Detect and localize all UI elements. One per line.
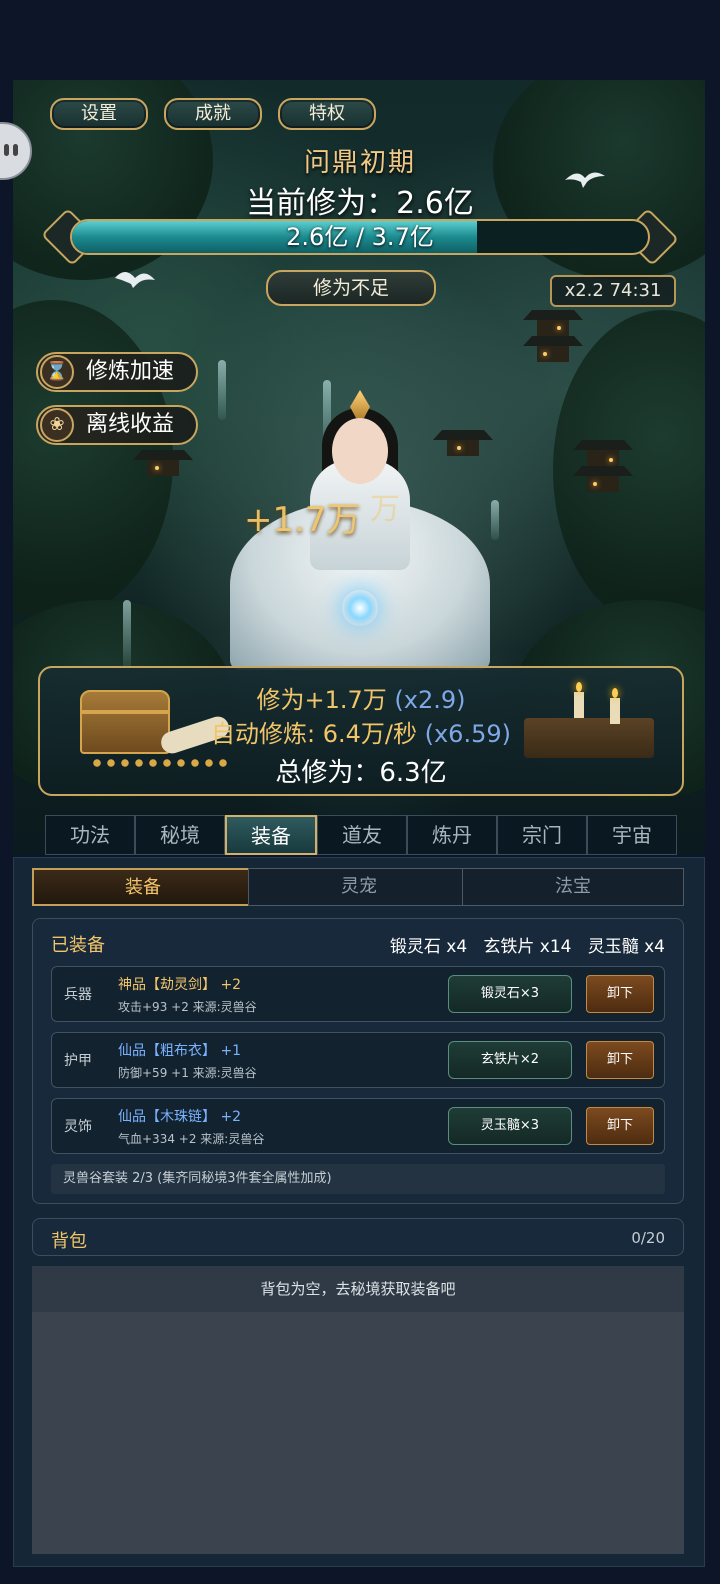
enhance-button[interactable]: 锻灵石×3	[448, 975, 572, 1013]
tab-alchemy[interactable]: 炼丹	[407, 815, 497, 855]
total-cultivation: 总修为：6.3亿	[275, 758, 447, 788]
progress-track: 2.6亿 / 3.7亿	[70, 219, 650, 255]
hourglass-icon: ⌛	[40, 355, 74, 389]
tab-companions[interactable]: 道友	[317, 815, 407, 855]
equipment-panel: 装备 灵宠 法宝 已装备 锻灵石 x4 玄铁片 x14 灵玉髓 x4 兵器 神品…	[13, 857, 705, 1567]
tab-sect[interactable]: 宗门	[497, 815, 587, 855]
crane-icon	[115, 272, 155, 288]
subtab-equipment[interactable]: 装备	[32, 868, 254, 906]
cultivation-info-panel: 修为+1.7万 (x2.9) 自动修炼: 6.4万/秒 (x6.59) 总修为：…	[38, 666, 684, 796]
offline-earnings-button[interactable]: ❀ 离线收益	[36, 405, 198, 445]
bag-contents: 背包为空，去秘境获取装备吧	[32, 1266, 684, 1554]
speedup-button[interactable]: ⌛ 修炼加速	[36, 352, 198, 392]
speedup-label: 修炼加速	[86, 359, 175, 384]
gain-value: 修为+1.7万	[256, 686, 387, 714]
pagoda	[523, 310, 583, 380]
equipped-title: 已装备	[51, 935, 105, 956]
realm-title: 问鼎初期	[303, 148, 416, 178]
equip-slot-accessory: 灵饰 仙品【木珠链】 +2 气血+334 +2 来源:灵兽谷 灵玉髓×3 卸下	[51, 1098, 665, 1154]
bag-title: 背包	[51, 1231, 87, 1252]
equip-slot-armor: 护甲 仙品【粗布衣】 +1 防御+59 +1 来源:灵兽谷 玄铁片×2 卸下	[51, 1032, 665, 1088]
gain-line: 修为+1.7万 (x2.9)	[40, 680, 682, 715]
item-name: 仙品【粗布衣】 +1	[118, 1043, 242, 1059]
achievements-button[interactable]: 成就	[164, 98, 262, 130]
spirit-orb	[342, 590, 378, 626]
subtab-artifacts[interactable]: 法宝	[462, 868, 684, 906]
item-name: 仙品【木珠链】 +2	[118, 1109, 242, 1125]
pagoda	[573, 440, 633, 510]
unequip-button[interactable]: 卸下	[586, 1041, 654, 1079]
slot-type: 护甲	[64, 1053, 92, 1069]
equip-slot-weapon: 兵器 神品【劫灵剑】 +2 攻击+93 +2 来源:灵兽谷 锻灵石×3 卸下	[51, 966, 665, 1022]
tab-universe[interactable]: 宇宙	[587, 815, 677, 855]
offline-earnings-label: 离线收益	[86, 412, 175, 437]
privileges-button[interactable]: 特权	[278, 98, 376, 130]
auto-cultivation-line: 自动修炼: 6.4万/秒 (x6.59)	[40, 714, 682, 749]
unequip-button[interactable]: 卸下	[586, 975, 654, 1013]
auto-multiplier: (x6.59)	[424, 720, 511, 748]
tab-equipment[interactable]: 装备	[225, 815, 317, 855]
progress-label: 2.6亿 / 3.7亿	[286, 223, 434, 251]
subtab-pets[interactable]: 灵宠	[248, 868, 470, 906]
bag-empty-message: 背包为空，去秘境获取装备吧	[32, 1266, 684, 1312]
set-bonus: 灵兽谷套装 2/3 (集齐同秘境3件套全属性加成)	[51, 1164, 665, 1194]
item-stat: 气血+334 +2 来源:灵兽谷	[118, 1132, 265, 1146]
unequip-button[interactable]: 卸下	[586, 1107, 654, 1145]
cultivation-progress: 2.6亿 / 3.7亿	[40, 208, 680, 266]
enhance-button[interactable]: 玄铁片×2	[448, 1041, 572, 1079]
item-stat: 攻击+93 +2 来源:灵兽谷	[118, 1000, 257, 1014]
lotus-icon: ❀	[40, 408, 74, 442]
waterfall	[123, 600, 131, 670]
materials-summary: 锻灵石 x4 玄铁片 x14 灵玉髓 x4	[389, 937, 665, 957]
floating-gain-faded: 万	[370, 492, 400, 527]
breakthrough-button[interactable]: 修为不足	[266, 270, 436, 306]
tab-skills[interactable]: 功法	[45, 815, 135, 855]
bag-header: 背包 0/20	[32, 1218, 684, 1256]
slot-type: 兵器	[64, 987, 92, 1003]
gain-multiplier: (x2.9)	[394, 686, 466, 714]
floating-gain-text: +1.7万	[244, 500, 361, 540]
enhance-button[interactable]: 灵玉髓×3	[448, 1107, 572, 1145]
pagoda	[133, 450, 193, 520]
multiplier-timer: x2.2 74:31	[550, 275, 676, 307]
equipment-subtabs: 装备 灵宠 法宝	[32, 868, 686, 906]
settings-button[interactable]: 设置	[50, 98, 148, 130]
item-name: 神品【劫灵剑】 +2	[118, 977, 242, 993]
equipped-card: 已装备 锻灵石 x4 玄铁片 x14 灵玉髓 x4 兵器 神品【劫灵剑】 +2 …	[32, 918, 684, 1204]
tab-secret-realm[interactable]: 秘境	[135, 815, 225, 855]
item-stat: 防御+59 +1 来源:灵兽谷	[118, 1066, 257, 1080]
top-spacer	[0, 0, 720, 80]
slot-type: 灵饰	[64, 1119, 92, 1135]
auto-cultivation-rate: 自动修炼: 6.4万/秒	[211, 720, 417, 748]
bag-count: 0/20	[631, 1229, 665, 1247]
main-tab-bar: 功法 秘境 装备 道友 炼丹 宗门 宇宙	[45, 815, 677, 855]
